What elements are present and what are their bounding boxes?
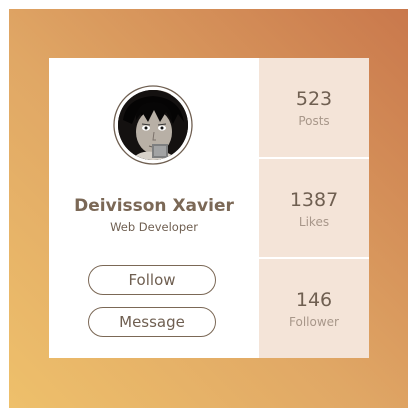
user-avatar-icon xyxy=(118,90,188,160)
stat-followers: 146 Follower xyxy=(259,257,369,358)
stats-panel: 523 Posts 1387 Likes 146 Follower xyxy=(259,58,369,358)
profile-name: Deivisson Xavier xyxy=(74,196,234,216)
gradient-background: Deivisson Xavier Web Developer Follow Me… xyxy=(9,9,408,408)
message-button[interactable]: Message xyxy=(88,307,216,337)
avatar[interactable] xyxy=(111,83,195,167)
stat-label: Likes xyxy=(298,214,330,229)
stat-likes: 1387 Likes xyxy=(259,156,369,258)
stat-label: Posts xyxy=(298,114,330,128)
stat-value: 1387 xyxy=(289,188,339,211)
follow-button[interactable]: Follow xyxy=(88,265,216,295)
profile-role: Web Developer xyxy=(110,220,198,234)
profile-card: Deivisson Xavier Web Developer Follow Me… xyxy=(49,58,369,358)
profile-panel: Deivisson Xavier Web Developer Follow Me… xyxy=(49,58,259,358)
stat-label: Follower xyxy=(289,315,339,330)
stat-posts: 523 Posts xyxy=(259,58,369,157)
stat-value: 523 xyxy=(295,88,333,110)
stat-value: 146 xyxy=(295,289,333,312)
